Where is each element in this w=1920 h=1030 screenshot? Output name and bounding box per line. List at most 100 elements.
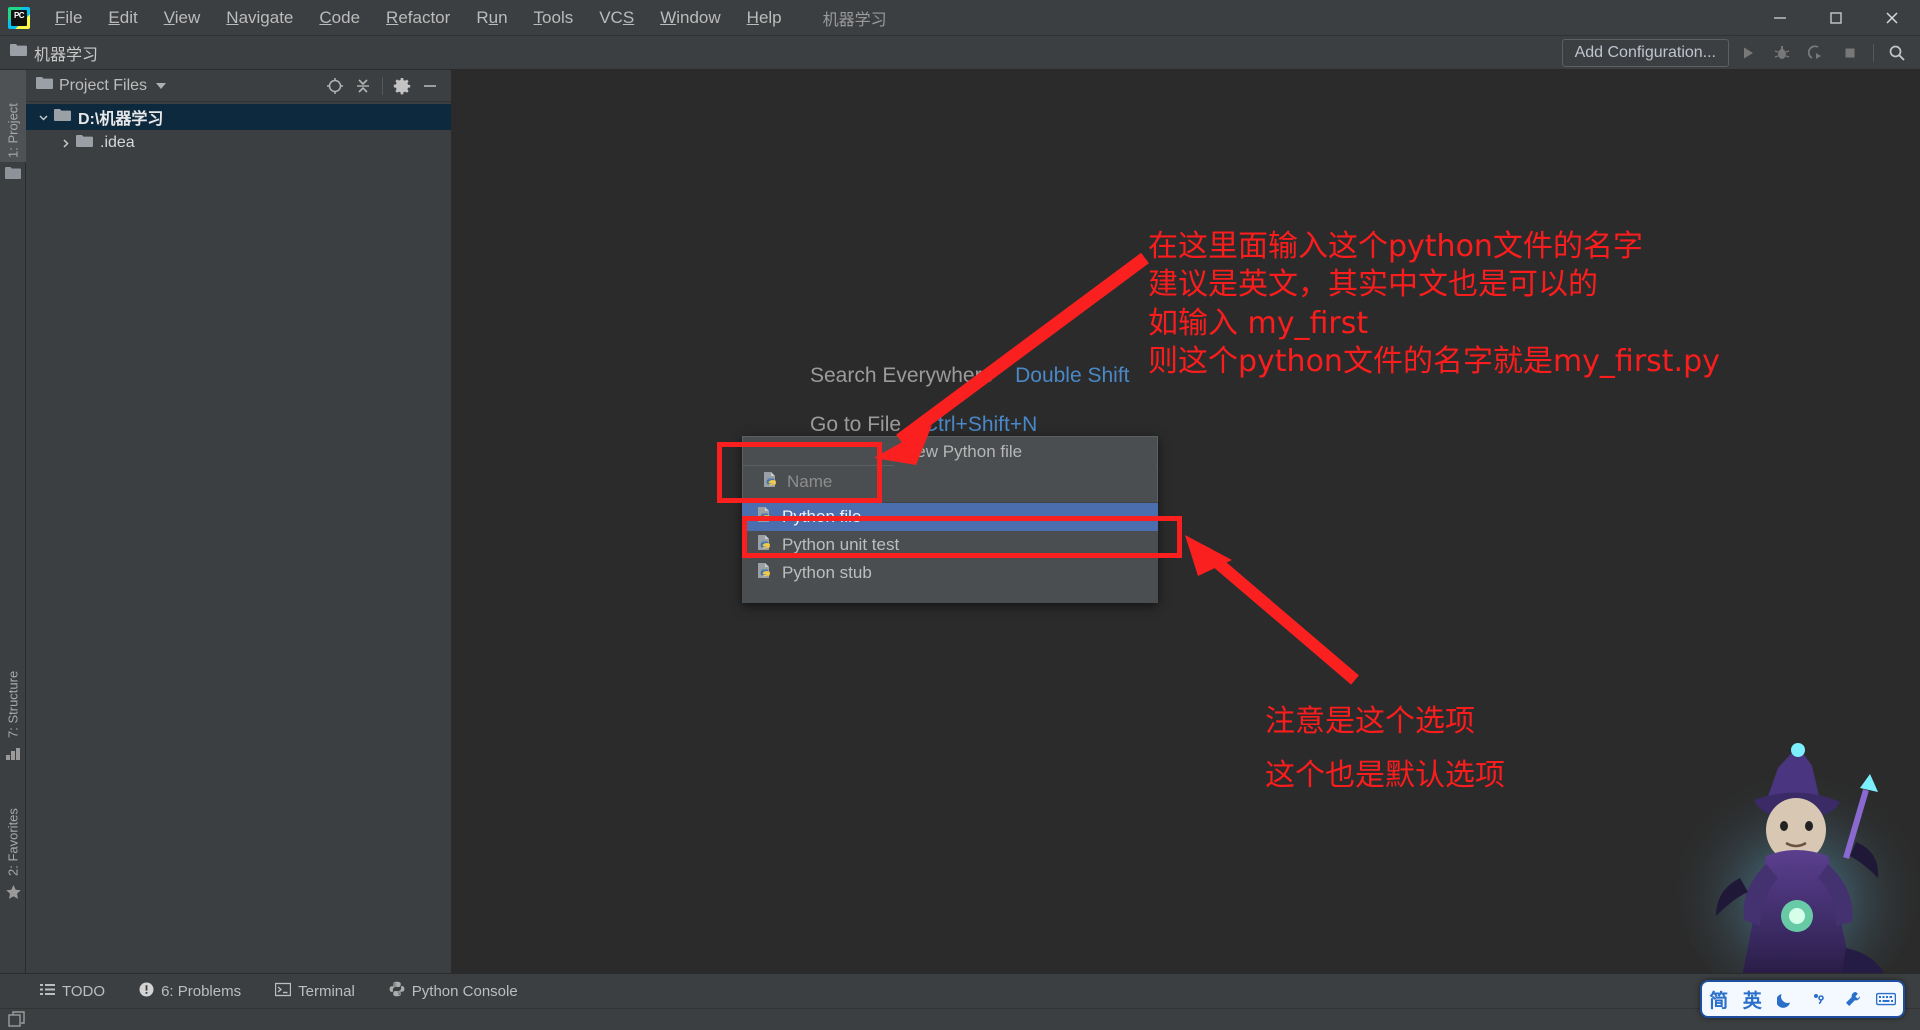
project-tree: D:\机器学习 .idea bbox=[26, 102, 451, 156]
menu-item-window[interactable]: Window bbox=[647, 6, 733, 30]
status-item-problems[interactable]: 6: Problems bbox=[139, 982, 241, 1001]
collapse-all-icon[interactable] bbox=[350, 73, 376, 99]
annotation-text-bottom: 注意是这个选项 这个也是默认选项 bbox=[1265, 703, 1505, 796]
folder-icon bbox=[10, 43, 27, 62]
gear-icon[interactable] bbox=[389, 73, 415, 99]
annotation-box-name-field bbox=[717, 442, 882, 503]
run-icon[interactable] bbox=[1733, 39, 1763, 67]
terminal-icon bbox=[274, 982, 292, 1001]
tip-action-label: Search Everywhere bbox=[810, 364, 994, 387]
project-folder-icon bbox=[5, 166, 21, 182]
list-item-python-stub[interactable]: Python stub bbox=[742, 559, 1158, 587]
menu-item-help[interactable]: Help bbox=[734, 6, 795, 30]
window-controls bbox=[1752, 0, 1920, 36]
search-icon[interactable] bbox=[1882, 39, 1912, 67]
menu-item-vcs[interactable]: VCS bbox=[586, 6, 647, 30]
sidebar-item-project[interactable]: 1: Project bbox=[0, 70, 26, 162]
python-file-icon bbox=[756, 562, 773, 584]
list-item-label: Python stub bbox=[782, 563, 872, 582]
status-item-python-console[interactable]: Python Console bbox=[389, 981, 518, 1001]
windows-taskbar-icon[interactable] bbox=[8, 1011, 26, 1030]
sidebar-item-structure-label: 7: Structure bbox=[5, 670, 21, 738]
annotation-line: 注意是这个选项 bbox=[1265, 704, 1475, 739]
menu-item-tools[interactable]: Tools bbox=[521, 6, 587, 30]
list-icon bbox=[40, 982, 55, 1001]
debug-icon[interactable] bbox=[1767, 39, 1797, 67]
tree-row[interactable]: .idea bbox=[26, 130, 451, 156]
sidebar-item-structure[interactable]: 7: Structure bbox=[0, 630, 26, 742]
project-tool-window: Project Files D:\机器学习 .idea bbox=[26, 70, 452, 973]
annotation-line: 如输入 my_first bbox=[1148, 305, 1369, 341]
structure-icon bbox=[5, 746, 21, 762]
status-item-label: Terminal bbox=[298, 982, 355, 1000]
breadcrumb[interactable]: 机器学习 bbox=[34, 41, 98, 65]
folder-icon bbox=[76, 134, 93, 153]
pycharm-window: PC File Edit View Navigate Code Refactor… bbox=[0, 0, 1920, 1030]
menu-item-run[interactable]: Run bbox=[463, 6, 520, 30]
tip-shortcut-label: Ctrl+Shift+N bbox=[922, 413, 1038, 436]
status-item-label: TODO bbox=[62, 982, 106, 1000]
menu-item-refactor[interactable]: Refactor bbox=[373, 6, 463, 30]
python-icon bbox=[389, 981, 405, 1001]
menu-item-navigate[interactable]: Navigate bbox=[213, 6, 306, 30]
annotation-line: 在这里面输入这个python文件的名字 bbox=[1148, 229, 1643, 264]
star-icon bbox=[5, 884, 21, 900]
hide-icon[interactable] bbox=[417, 73, 443, 99]
add-configuration-button[interactable]: Add Configuration... bbox=[1561, 39, 1729, 67]
sidebar-item-favorites[interactable]: 2: Favorites bbox=[0, 770, 26, 880]
annotation-text-top: 在这里面输入这个python文件的名字 建议是英文，其实中文也是可以的 如输入 … bbox=[1148, 228, 1720, 382]
tip-search-everywhere: Search Everywhere Double Shift bbox=[810, 365, 1130, 386]
pycharm-logo-icon: PC bbox=[8, 6, 30, 29]
status-bar: TODO 6: Problems Terminal Python Console bbox=[0, 973, 1920, 1008]
run-coverage-icon[interactable] bbox=[1801, 39, 1831, 67]
stop-icon[interactable] bbox=[1835, 39, 1865, 67]
tip-go-to-file: Go to File Ctrl+Shift+N bbox=[810, 414, 1130, 435]
menu-item-file[interactable]: File bbox=[42, 6, 95, 30]
project-panel-header: Project Files bbox=[26, 70, 451, 102]
ime-chinese-button[interactable]: 简 bbox=[1704, 985, 1734, 1013]
run-toolbar: Add Configuration... bbox=[1561, 36, 1912, 70]
status-item-label: 6: Problems bbox=[161, 982, 242, 1000]
punctuation-icon[interactable] bbox=[1804, 985, 1834, 1013]
ime-english-button[interactable]: 英 bbox=[1737, 985, 1767, 1013]
wrench-icon[interactable] bbox=[1838, 985, 1868, 1013]
annotation-line: 建议是英文，其实中文也是可以的 bbox=[1148, 267, 1598, 303]
navigation-bar: 机器学习 Add Configuration... bbox=[0, 36, 1920, 70]
tip-shortcut-label: Double Shift bbox=[1015, 364, 1130, 387]
status-item-todo[interactable]: TODO bbox=[40, 982, 105, 1001]
chevron-down-icon[interactable] bbox=[156, 82, 167, 89]
close-button[interactable] bbox=[1864, 0, 1920, 36]
left-tool-strip: 1: Project 7: Structure 2: Favorites bbox=[0, 70, 26, 991]
window-footer bbox=[0, 1008, 1920, 1030]
tree-item-label: .idea bbox=[100, 134, 135, 151]
sidebar-item-project-label: 1: Project bbox=[5, 103, 21, 158]
editor-empty-area bbox=[452, 70, 1920, 973]
menu-item-code[interactable]: Code bbox=[306, 6, 373, 30]
chevron-right-icon[interactable] bbox=[54, 138, 76, 149]
status-item-label: Python Console bbox=[411, 982, 518, 1000]
chevron-down-icon[interactable] bbox=[32, 112, 54, 123]
menu-bar: PC File Edit View Navigate Code Refactor… bbox=[0, 0, 1920, 36]
folder-icon bbox=[54, 108, 71, 127]
locate-icon[interactable] bbox=[322, 73, 348, 99]
popup-title: New Python file bbox=[894, 438, 1156, 466]
annotation-line: 这个也是默认选项 bbox=[1265, 758, 1505, 794]
project-panel-toolbar bbox=[322, 73, 451, 99]
sidebar-item-favorites-label: 2: Favorites bbox=[5, 808, 21, 876]
keyboard-icon[interactable] bbox=[1871, 985, 1901, 1013]
menu-item-edit[interactable]: Edit bbox=[95, 6, 150, 30]
toolbar-divider bbox=[1873, 44, 1874, 62]
annotation-box-python-file-option bbox=[742, 516, 1182, 558]
ime-toolbar: 简 英 bbox=[1700, 980, 1905, 1018]
project-panel-title[interactable]: Project Files bbox=[59, 77, 147, 95]
status-item-terminal[interactable]: Terminal bbox=[274, 982, 355, 1001]
tip-action-label: Go to File bbox=[810, 413, 902, 436]
tree-row[interactable]: D:\机器学习 bbox=[26, 104, 451, 130]
maximize-button[interactable] bbox=[1808, 0, 1864, 36]
menu-item-view[interactable]: View bbox=[151, 6, 214, 30]
minimize-button[interactable] bbox=[1752, 0, 1808, 36]
annotation-line: 则这个python文件的名字就是my_first.py bbox=[1148, 344, 1720, 380]
window-project-name: 机器学习 bbox=[822, 11, 887, 29]
moon-icon[interactable] bbox=[1771, 985, 1801, 1013]
panel-toolbar-divider bbox=[382, 76, 383, 95]
